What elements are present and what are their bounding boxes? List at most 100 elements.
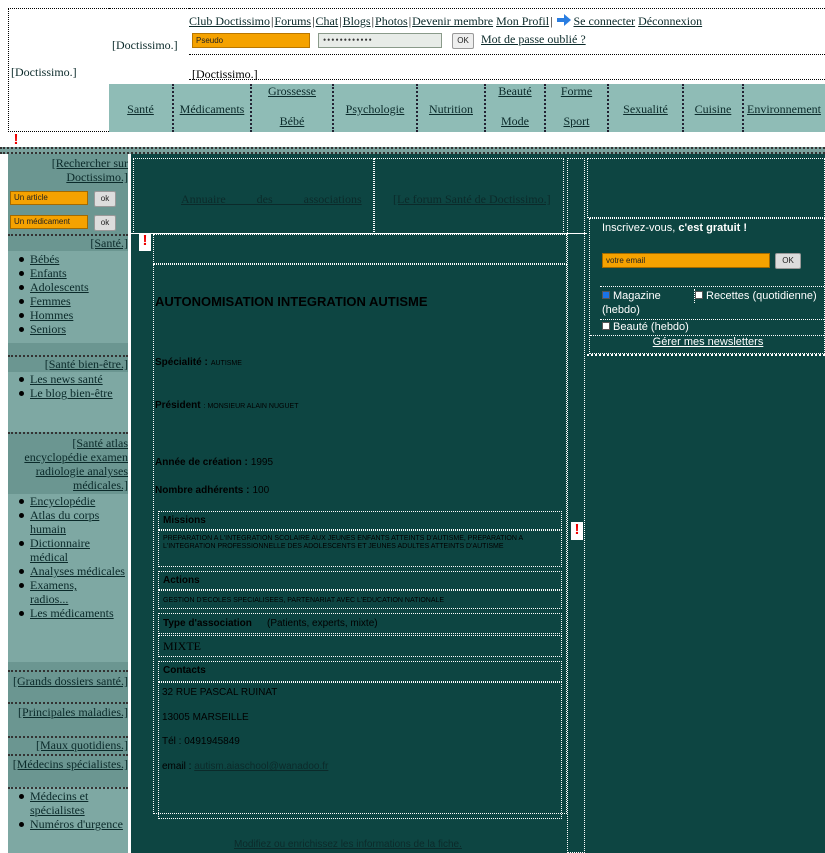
login-ok-button[interactable]: OK bbox=[452, 33, 474, 49]
tab-forum[interactable]: [Le forum Santé de Doctissimo.] bbox=[393, 192, 551, 207]
nav-psychologie[interactable]: Psychologie bbox=[334, 84, 418, 132]
sidebar-item-femmes[interactable]: Femmes bbox=[16, 294, 128, 308]
sidebar-item-enfants-label[interactable]: Enfants bbox=[30, 266, 67, 280]
nav-cuisine-label[interactable]: Cuisine bbox=[684, 102, 742, 117]
sidebar-item-blog[interactable]: Le blog bien-être bbox=[16, 386, 128, 400]
nav-grossesse-bebe[interactable]: Grossesse Bébé bbox=[252, 84, 334, 132]
checkbox-icon-2[interactable] bbox=[602, 322, 610, 330]
sidebar-item-urgence[interactable]: Numéros d'urgence bbox=[16, 817, 128, 831]
search-article-ok-button[interactable]: ok bbox=[94, 191, 116, 207]
top-link-chat[interactable]: Chat bbox=[316, 14, 339, 28]
sidebar-item-encyclopedie-label[interactable]: Encyclopédie bbox=[30, 494, 95, 508]
sidebar-item-seniors[interactable]: Seniors bbox=[16, 322, 128, 336]
nav-psychologie-label[interactable]: Psychologie bbox=[334, 102, 416, 117]
nav-sante[interactable]: Santé bbox=[109, 84, 174, 132]
newsletter-email-input[interactable]: votre email bbox=[602, 253, 770, 268]
nav-bebe-label[interactable]: Bébé bbox=[252, 114, 332, 129]
tab-annuaire[interactable]: Annuaire des associations bbox=[181, 192, 362, 207]
sidebar-item-examens-label[interactable]: Examens, radios... bbox=[30, 578, 77, 606]
nav-sante-label[interactable]: Santé bbox=[109, 102, 172, 117]
sidebar-item-medecins-label[interactable]: Médecins et spécialistes bbox=[30, 789, 88, 817]
nav-sport-label[interactable]: Sport bbox=[546, 114, 607, 129]
sidebar-item-medecins[interactable]: Médecins et spécialistes bbox=[16, 789, 128, 817]
banner-logo[interactable]: [Doctissimo.] bbox=[189, 54, 825, 82]
sidebar-item-news-sante[interactable]: Les news santé bbox=[16, 372, 128, 386]
nav-medicaments-label[interactable]: Médicaments bbox=[174, 102, 250, 117]
newsletter-magazine-option[interactable]: Magazine (hebdo) bbox=[602, 289, 694, 317]
search-article-select[interactable]: Un article bbox=[10, 191, 88, 205]
sidebar-item-dictionnaire-label[interactable]: Dictionnaire médical bbox=[30, 536, 90, 564]
top-link-photos[interactable]: Photos bbox=[375, 14, 408, 28]
sidebar-maux-link[interactable]: [Maux quotidiens.] bbox=[36, 738, 128, 752]
nav-grossesse-label[interactable]: Grossesse bbox=[252, 84, 332, 99]
banner-logo-label[interactable]: [Doctissimo.] bbox=[192, 67, 258, 82]
sidebar-dossiers-link[interactable]: [Grands dossiers santé.] bbox=[13, 674, 128, 688]
top-link-club[interactable]: Club Doctissimo bbox=[189, 14, 270, 28]
sidebar-item-atlas[interactable]: Atlas du corps humain bbox=[16, 508, 128, 536]
sidebar-bienetre-link[interactable]: [Santé bien-être.] bbox=[45, 357, 128, 371]
sidebar-item-examens[interactable]: Examens, radios... bbox=[16, 578, 128, 606]
sidebar-item-encyclopedie[interactable]: Encyclopédie bbox=[16, 494, 128, 508]
nav-forme-sport[interactable]: Forme Sport bbox=[546, 84, 609, 132]
nav-nutrition[interactable]: Nutrition bbox=[418, 84, 486, 132]
sidebar-item-news-sante-label[interactable]: Les news santé bbox=[30, 372, 103, 386]
contact-email-link[interactable]: autism.aiaschool@wanadoo.fr bbox=[194, 761, 328, 772]
sidebar-item-analyses[interactable]: Analyses médicales bbox=[16, 564, 128, 578]
sidebar-item-atlas-label[interactable]: Atlas du corps humain bbox=[30, 508, 99, 536]
sidebar-item-bebes-label[interactable]: Bébés bbox=[30, 252, 59, 266]
modify-fiche-link[interactable]: Modifiez ou enrichissez les informations… bbox=[234, 839, 462, 850]
sidebar-item-femmes-label[interactable]: Femmes bbox=[30, 294, 71, 308]
top-link-mon-profil[interactable]: Mon Profil bbox=[496, 14, 549, 28]
sidebar-item-adolescents-label[interactable]: Adolescents bbox=[30, 280, 89, 294]
search-medicament-ok-button[interactable]: ok bbox=[94, 215, 116, 231]
sidebar-item-medicaments-label[interactable]: Les médicaments bbox=[30, 606, 114, 620]
top-link-forums[interactable]: Forums bbox=[274, 14, 311, 28]
nav-sexualite-label[interactable]: Sexualité bbox=[609, 102, 682, 117]
sidebar-item-seniors-label[interactable]: Seniors bbox=[30, 322, 66, 336]
nav-nutrition-label[interactable]: Nutrition bbox=[418, 102, 484, 117]
checkbox-icon[interactable] bbox=[695, 291, 703, 299]
logo-secondary-label[interactable]: [Doctissimo.] bbox=[112, 38, 178, 53]
top-link-blogs[interactable]: Blogs bbox=[343, 14, 371, 28]
sidebar-item-urgence-label[interactable]: Numéros d'urgence bbox=[30, 817, 123, 831]
connect-link[interactable]: Se connecter bbox=[574, 14, 636, 28]
nav-beaute-mode[interactable]: Beauté Mode bbox=[486, 84, 546, 132]
contact-tel: Tél : 0491945849 bbox=[162, 736, 240, 747]
newsletter-recettes-option[interactable]: Recettes (quotidienne) bbox=[694, 289, 824, 303]
newsletter-beaute-option[interactable]: Beauté (hebdo) bbox=[602, 320, 689, 334]
nav-cuisine[interactable]: Cuisine bbox=[684, 84, 744, 132]
sidebar-item-dictionnaire[interactable]: Dictionnaire médical bbox=[16, 536, 128, 564]
sidebar-maladies-link[interactable]: [Principales maladies.] bbox=[18, 705, 128, 719]
search-medicament-select[interactable]: Un médicament bbox=[10, 215, 88, 229]
pseudo-input[interactable]: Pseudo bbox=[192, 33, 310, 48]
sidebar-item-hommes-label[interactable]: Hommes bbox=[30, 308, 73, 322]
nav-sexualite[interactable]: Sexualité bbox=[609, 84, 684, 132]
sidebar-item-adolescents[interactable]: Adolescents bbox=[16, 280, 128, 294]
sidebar-item-blog-label[interactable]: Le blog bien-être bbox=[30, 386, 113, 400]
nav-environnement-label[interactable]: Environnement bbox=[747, 102, 825, 117]
nav-medicaments[interactable]: Médicaments bbox=[174, 84, 252, 132]
sidebar-item-hommes[interactable]: Hommes bbox=[16, 308, 128, 322]
sidebar-item-analyses-label[interactable]: Analyses médicales bbox=[30, 564, 125, 578]
nav-environnement[interactable]: Environnement bbox=[744, 84, 825, 132]
nav-forme-label[interactable]: Forme bbox=[546, 84, 607, 99]
nav-beaute-label[interactable]: Beauté bbox=[486, 84, 544, 99]
logo-secondary[interactable]: [Doctissimo.] bbox=[109, 8, 189, 84]
sidebar-sante-link[interactable]: [Santé.] bbox=[90, 236, 128, 250]
newsletter-manage-link[interactable]: Gérer mes newsletters bbox=[653, 336, 764, 348]
disconnect-link[interactable]: Déconnexion bbox=[638, 14, 702, 28]
sidebar-atlas-link[interactable]: [Santé atlas encyclopédie examen radiolo… bbox=[24, 436, 128, 492]
checkbox-checked-icon[interactable] bbox=[602, 291, 610, 299]
forgot-password-link[interactable]: Mot de passe oublié ? bbox=[481, 32, 586, 47]
top-link-devenir-membre[interactable]: Devenir membre bbox=[412, 14, 493, 28]
sidebar-item-bebes[interactable]: Bébés bbox=[16, 252, 128, 266]
logo-main-label[interactable]: [Doctissimo.] bbox=[11, 65, 77, 80]
nav-mode-label[interactable]: Mode bbox=[486, 114, 544, 129]
sidebar-medecins-link[interactable]: [Médecins spécialistes.] bbox=[13, 757, 128, 771]
logo-main[interactable]: [Doctissimo.] bbox=[8, 8, 109, 132]
sidebar-item-enfants[interactable]: Enfants bbox=[16, 266, 128, 280]
sidebar-item-medicaments[interactable]: Les médicaments bbox=[16, 606, 128, 620]
password-input[interactable]: •••••••••••• bbox=[318, 33, 442, 48]
newsletter-ok-button[interactable]: OK bbox=[775, 253, 801, 269]
sidebar-search-link[interactable]: [Rechercher sur Doctissimo.] bbox=[52, 156, 128, 184]
